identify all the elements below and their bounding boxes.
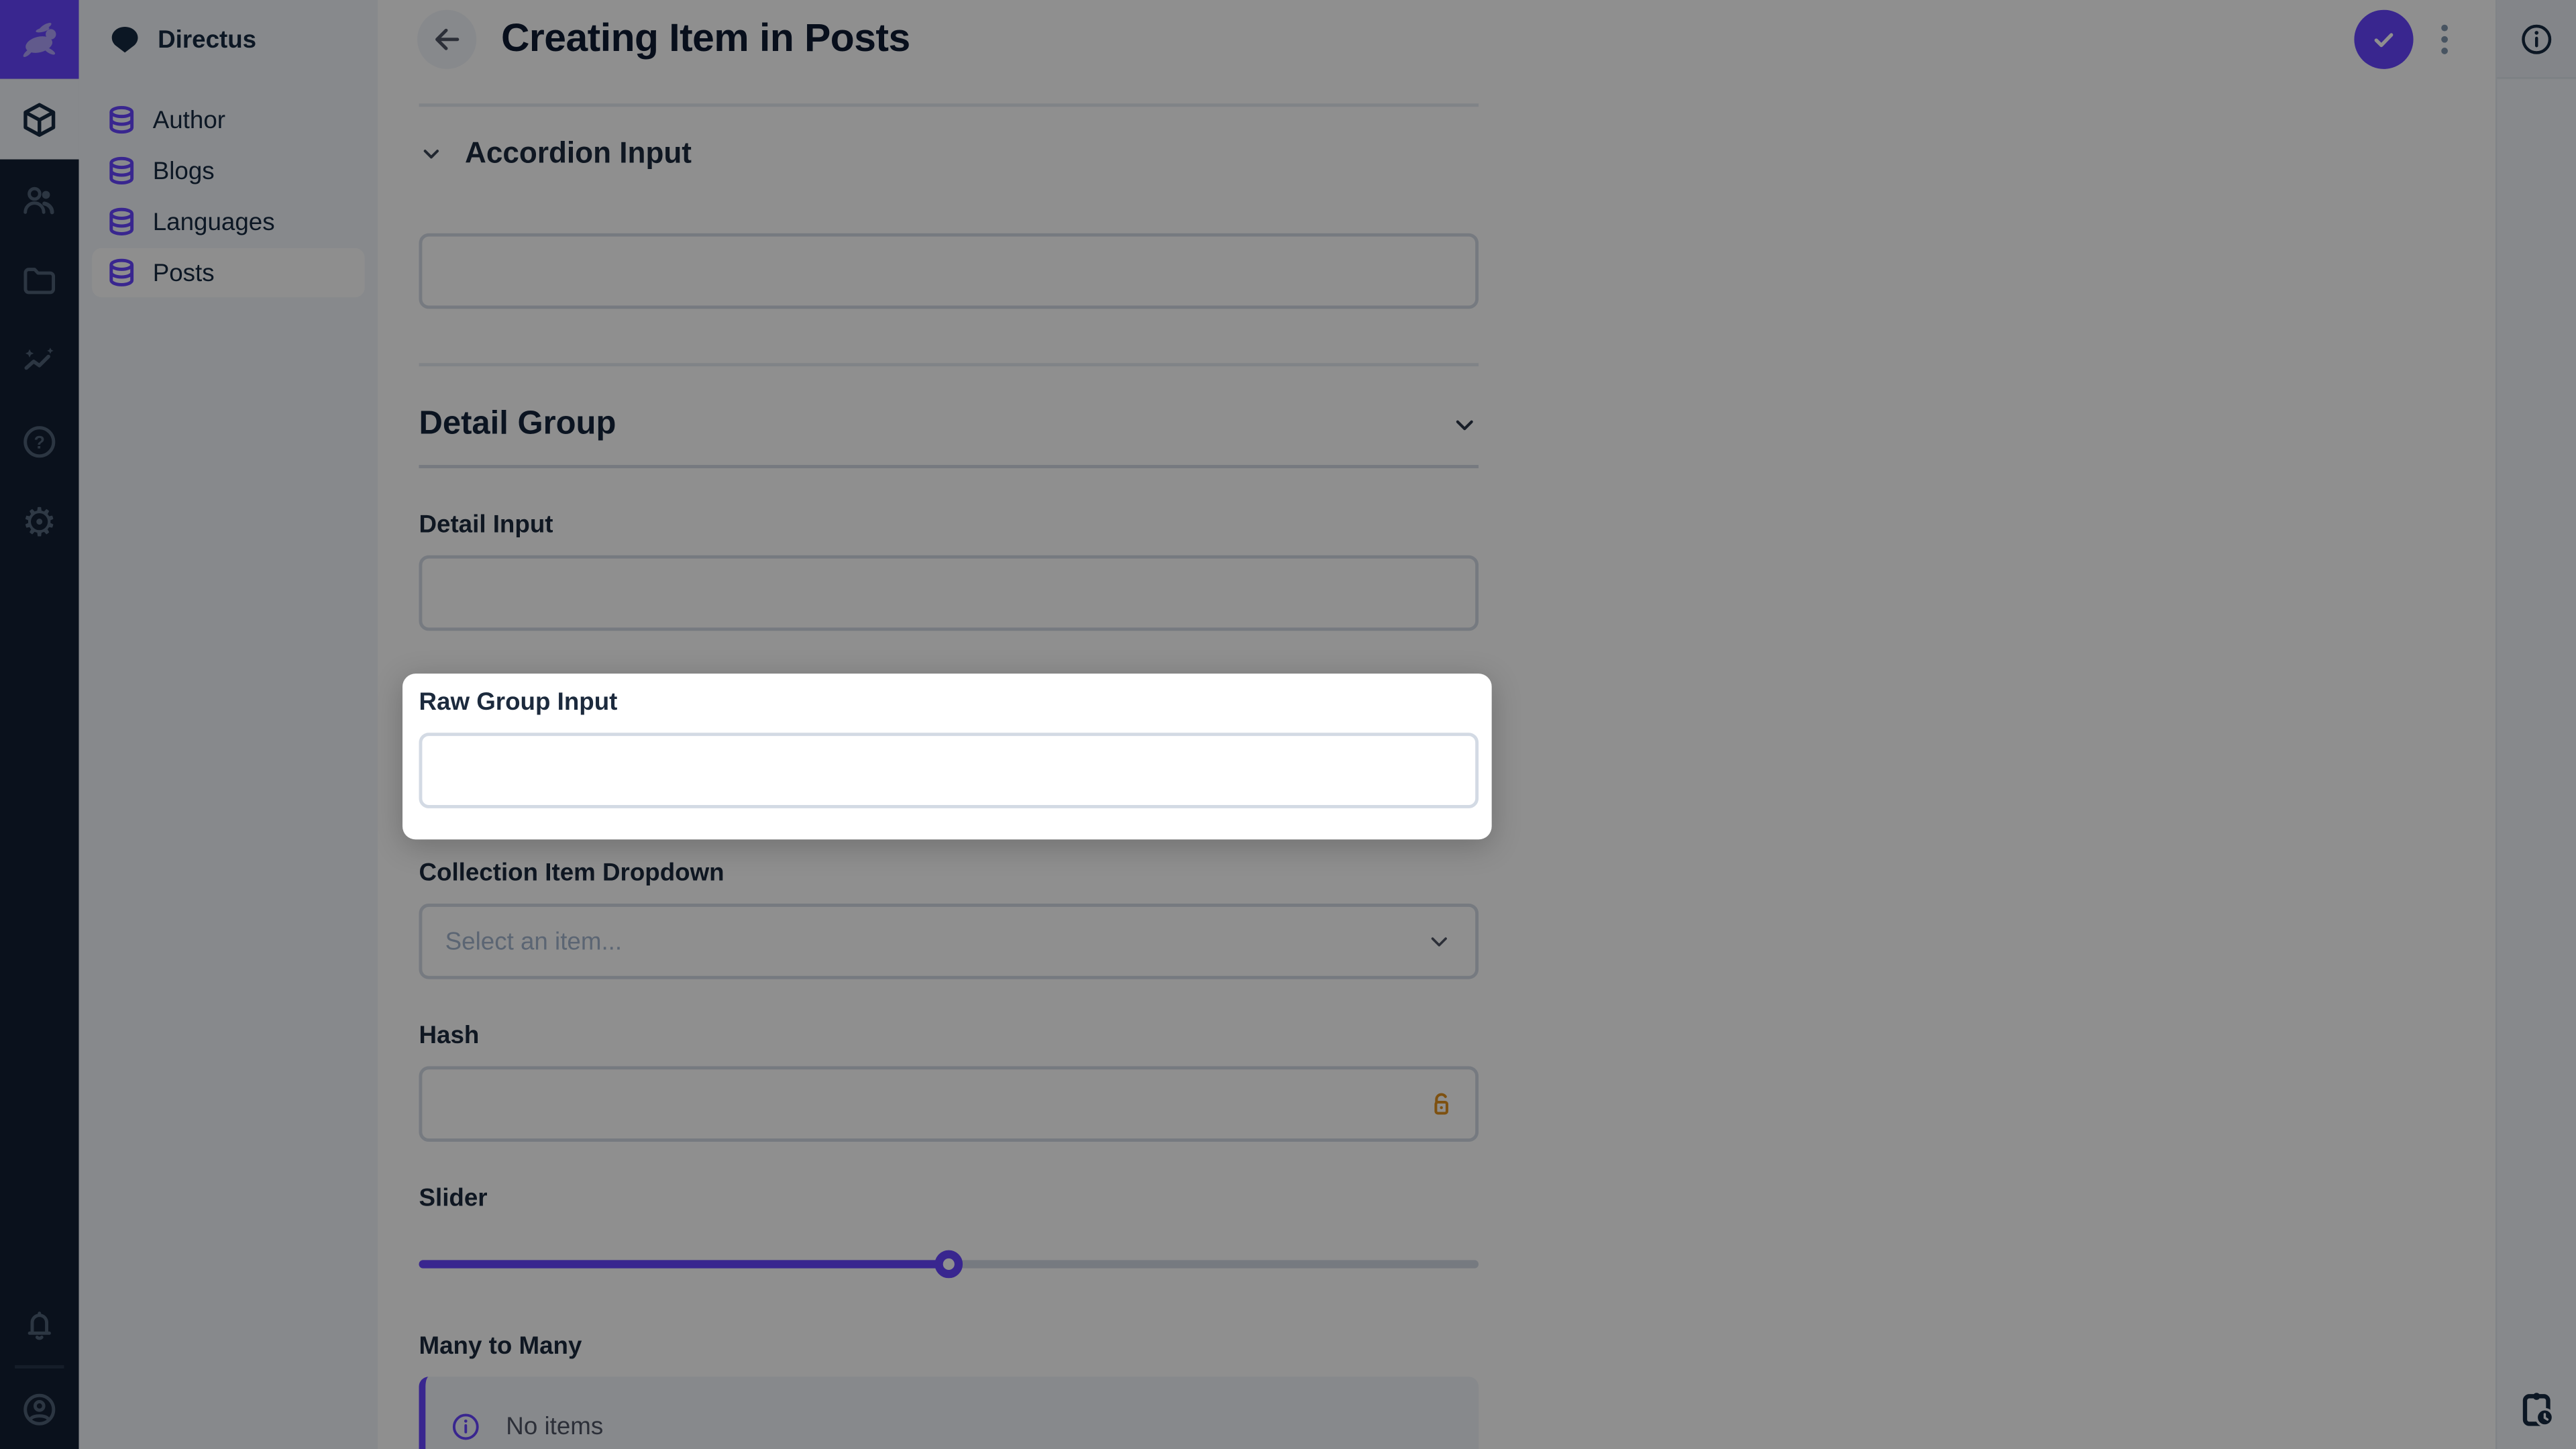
raw-group-input-field[interactable] bbox=[419, 733, 1479, 808]
raw-group-input-spotlight-card: Raw Group Input bbox=[402, 674, 1492, 839]
field-label: Raw Group Input bbox=[419, 688, 1479, 716]
app-window: ? ⚙ bbox=[0, 0, 2576, 1449]
raw-group-input[interactable] bbox=[422, 736, 1475, 805]
